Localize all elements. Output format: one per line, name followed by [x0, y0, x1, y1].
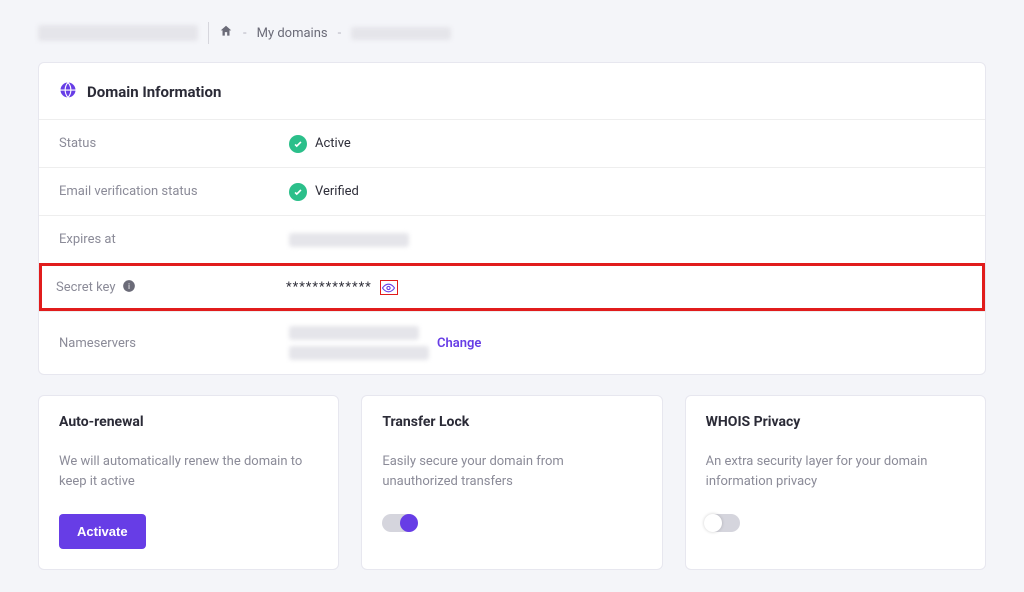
- card-desc: An extra security layer for your domain …: [706, 452, 965, 492]
- card-transfer-lock: Transfer Lock Easily secure your domain …: [361, 395, 662, 570]
- panel-header: Domain Information: [39, 63, 985, 119]
- row-secret-key: Secret key i *************: [39, 263, 985, 311]
- check-icon: [289, 135, 307, 153]
- ns-label: Nameservers: [59, 336, 289, 351]
- svg-text:i: i: [128, 281, 130, 290]
- row-email: Email verification status Verified: [39, 167, 985, 215]
- toggle-knob: [704, 514, 722, 532]
- domain-info-panel: Domain Information Status Active Email v…: [38, 62, 986, 375]
- card-title: Transfer Lock: [382, 414, 641, 430]
- row-expires: Expires at: [39, 215, 985, 263]
- home-icon[interactable]: [219, 24, 233, 42]
- expires-value-redacted: [289, 233, 409, 247]
- breadcrumb-domain-redacted: [351, 27, 451, 40]
- ns2-redacted: [289, 346, 429, 360]
- panel-title: Domain Information: [87, 83, 221, 101]
- whois-privacy-toggle[interactable]: [706, 514, 740, 532]
- expires-label: Expires at: [59, 232, 289, 247]
- globe-icon: [59, 81, 77, 103]
- email-value: Verified: [315, 184, 359, 199]
- page-title-redacted: [38, 25, 198, 41]
- card-desc: Easily secure your domain from unauthori…: [382, 452, 641, 492]
- secret-label: Secret key: [56, 280, 116, 295]
- card-title: Auto-renewal: [59, 414, 318, 430]
- cards-row: Auto-renewal We will automatically renew…: [38, 395, 986, 570]
- change-nameservers-link[interactable]: Change: [437, 336, 481, 351]
- status-value: Active: [315, 136, 351, 151]
- breadcrumb-divider: [208, 22, 209, 44]
- check-icon: [289, 183, 307, 201]
- card-auto-renewal: Auto-renewal We will automatically renew…: [38, 395, 339, 570]
- reveal-secret-button[interactable]: [380, 280, 398, 295]
- card-whois-privacy: WHOIS Privacy An extra security layer fo…: [685, 395, 986, 570]
- row-nameservers: Nameservers Change: [39, 311, 985, 374]
- toggle-knob: [400, 514, 418, 532]
- crumb-sep: -: [338, 26, 342, 41]
- info-icon[interactable]: i: [122, 279, 136, 297]
- card-desc: We will automatically renew the domain t…: [59, 452, 318, 492]
- breadcrumb: - My domains -: [38, 22, 986, 44]
- ns1-redacted: [289, 326, 419, 340]
- card-title: WHOIS Privacy: [706, 414, 965, 430]
- secret-value: *************: [286, 280, 372, 295]
- activate-button[interactable]: Activate: [59, 514, 146, 549]
- email-label: Email verification status: [59, 184, 289, 199]
- transfer-lock-toggle[interactable]: [382, 514, 416, 532]
- row-status: Status Active: [39, 119, 985, 167]
- status-label: Status: [59, 136, 289, 151]
- crumb-sep: -: [243, 26, 247, 41]
- breadcrumb-my-domains[interactable]: My domains: [257, 26, 328, 41]
